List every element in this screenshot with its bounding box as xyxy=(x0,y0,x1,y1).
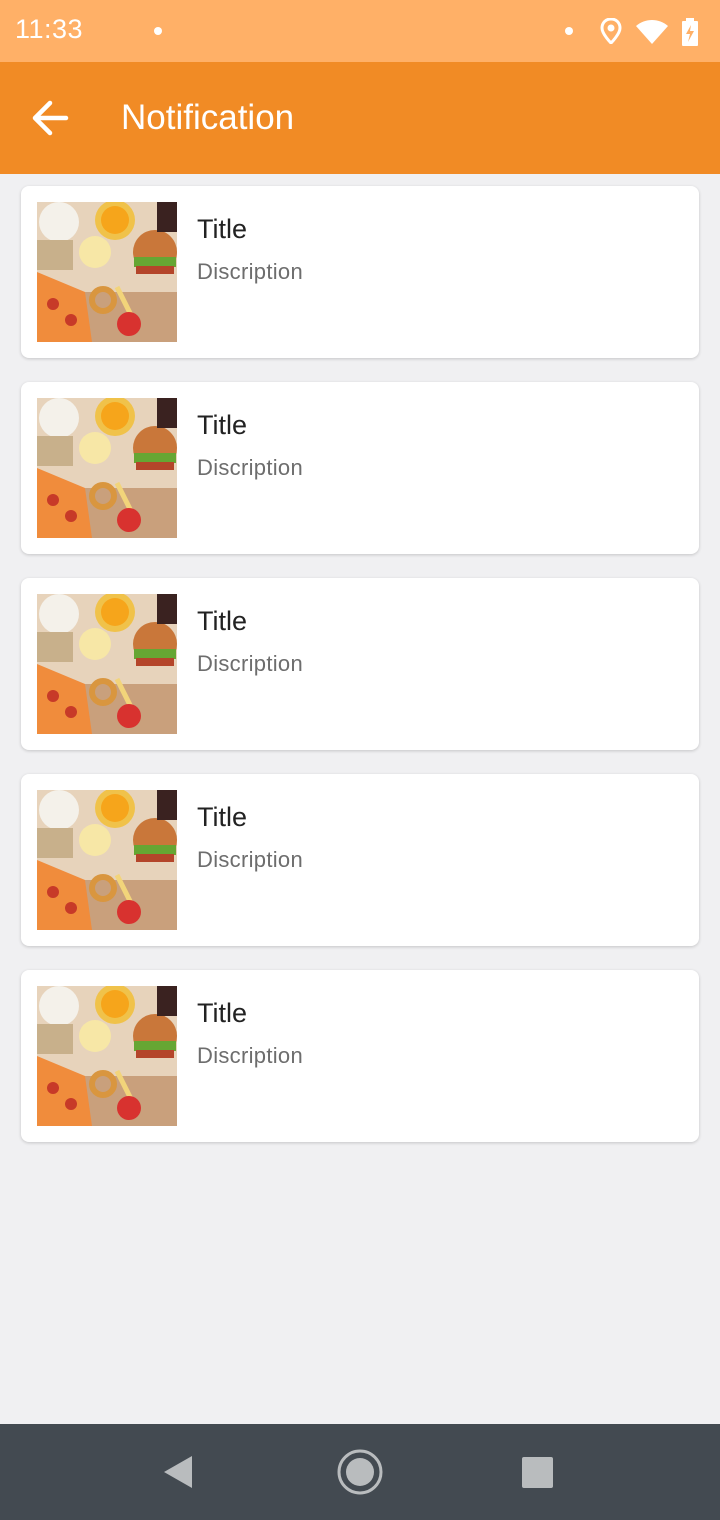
notification-card[interactable]: Title Discription xyxy=(21,578,699,750)
food-thumbnail-image xyxy=(37,202,177,342)
notification-list: Title Discription Title Discription Titl… xyxy=(21,186,699,1166)
notification-title: Title xyxy=(197,410,248,440)
nav-recents-icon[interactable] xyxy=(522,1457,553,1488)
wifi-icon xyxy=(636,20,668,44)
notification-title: Title xyxy=(197,606,248,636)
notification-title: Title xyxy=(197,802,248,832)
system-nav-bar xyxy=(0,1424,720,1520)
food-thumbnail-image xyxy=(37,790,177,930)
page-title: Notification xyxy=(121,98,295,137)
notification-card[interactable]: Title Discription xyxy=(21,186,699,358)
nav-back-icon[interactable] xyxy=(162,1454,194,1490)
food-thumbnail-image xyxy=(37,398,177,538)
notification-description: Discription xyxy=(197,651,303,676)
notification-dot-icon xyxy=(565,27,573,35)
nav-home-icon[interactable] xyxy=(336,1448,384,1496)
notification-dot-icon xyxy=(154,27,162,35)
status-time: 11:33 xyxy=(15,14,84,44)
back-button[interactable] xyxy=(22,90,78,146)
app-bar: Notification xyxy=(0,62,720,174)
status-bar: 11:33 xyxy=(0,0,720,62)
food-thumbnail-image xyxy=(37,986,177,1126)
notification-card[interactable]: Title Discription xyxy=(21,970,699,1142)
notification-description: Discription xyxy=(197,1043,303,1068)
notification-description: Discription xyxy=(197,455,303,480)
battery-charging-icon xyxy=(682,18,698,46)
arrow-back-icon xyxy=(32,100,69,136)
notification-title: Title xyxy=(197,998,248,1028)
notification-description: Discription xyxy=(197,847,303,872)
notification-description: Discription xyxy=(197,259,303,284)
location-icon xyxy=(600,18,622,44)
notification-card[interactable]: Title Discription xyxy=(21,774,699,946)
food-thumbnail-image xyxy=(37,594,177,734)
notification-title: Title xyxy=(197,214,248,244)
notification-card[interactable]: Title Discription xyxy=(21,382,699,554)
